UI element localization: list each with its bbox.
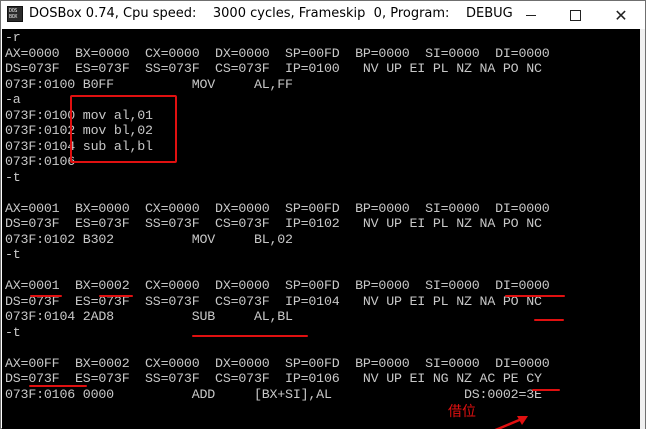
console-line: DS=073F ES=073F SS=073F CS=073F IP=0102 … <box>5 216 542 231</box>
console-line: 073F:0104 2AD8 SUB AL,BL <box>5 309 293 324</box>
maximize-icon <box>569 9 581 21</box>
close-icon: ✕ <box>614 5 628 25</box>
console-line: 073F:0106 0000 ADD [BX+SI],AL DS:0002=3E <box>5 386 542 402</box>
ax-value-underline <box>30 295 62 297</box>
di-value-underline <box>505 295 565 297</box>
assembled-code-highlight-box <box>70 95 177 163</box>
console-line: DS=073F ES=073F SS=073F CS=073F IP=0100 … <box>5 61 542 76</box>
console-line: 073F:0106 <box>5 154 76 169</box>
borrow-arrow-icon <box>494 416 528 429</box>
dos-console-screen[interactable]: 073F:0106 0000 ADD [BX+SI],AL DS:0002=3E… <box>2 29 641 429</box>
console-line: -t <box>5 247 21 262</box>
app-icon-text-bottom: BOX <box>9 14 18 20</box>
console-line: AX=0001 BX=0002 CX=0000 DX=0000 SP=00FD … <box>5 278 550 293</box>
borrow-annotation-label: 借位 <box>448 404 476 420</box>
sub-instruction-underline <box>192 335 308 337</box>
dosbox-app-icon[interactable]: DOS BOX <box>7 6 23 22</box>
scrollbar[interactable] <box>640 29 645 429</box>
dosbox-window: DOS BOX DOSBox 0.74, Cpu speed: 3000 cyc… <box>0 0 646 429</box>
console-line: -a <box>5 92 21 107</box>
console-line: AX=0000 BX=0000 CX=0000 DX=0000 SP=00FD … <box>5 45 550 61</box>
bx-value-underline <box>99 295 133 297</box>
minimize-icon <box>526 14 536 16</box>
console-line: DS=073F ES=073F SS=073F CS=073F IP=0106 … <box>5 371 542 386</box>
console-line: AX=00FF BX=0002 CX=0000 DX=0000 SP=00FD … <box>5 355 550 371</box>
close-button[interactable]: ✕ <box>599 1 643 29</box>
cy-flag-underline <box>532 389 560 391</box>
ax-00ff-underline <box>29 385 87 387</box>
console-line: AX=0001 BX=0000 CX=0000 DX=0000 SP=00FD … <box>5 200 550 216</box>
nc-flag-underline <box>534 319 564 321</box>
console-line: DS=073F ES=073F SS=073F CS=073F IP=0104 … <box>5 293 542 309</box>
window-title: DOSBox 0.74, Cpu speed: 3000 cycles, Fra… <box>29 6 513 21</box>
title-bar[interactable]: DOS BOX DOSBox 0.74, Cpu speed: 3000 cyc… <box>1 1 645 29</box>
console-line: 073F:0102 B302 MOV BL,02 <box>5 231 293 247</box>
console-line: -t <box>5 324 21 340</box>
minimize-button[interactable] <box>509 1 553 29</box>
maximize-button[interactable] <box>553 1 597 29</box>
console-line: 073F:0100 B0FF MOV AL,FF <box>5 76 293 92</box>
console-line: -r <box>5 30 21 45</box>
console-line: -t <box>5 169 21 185</box>
